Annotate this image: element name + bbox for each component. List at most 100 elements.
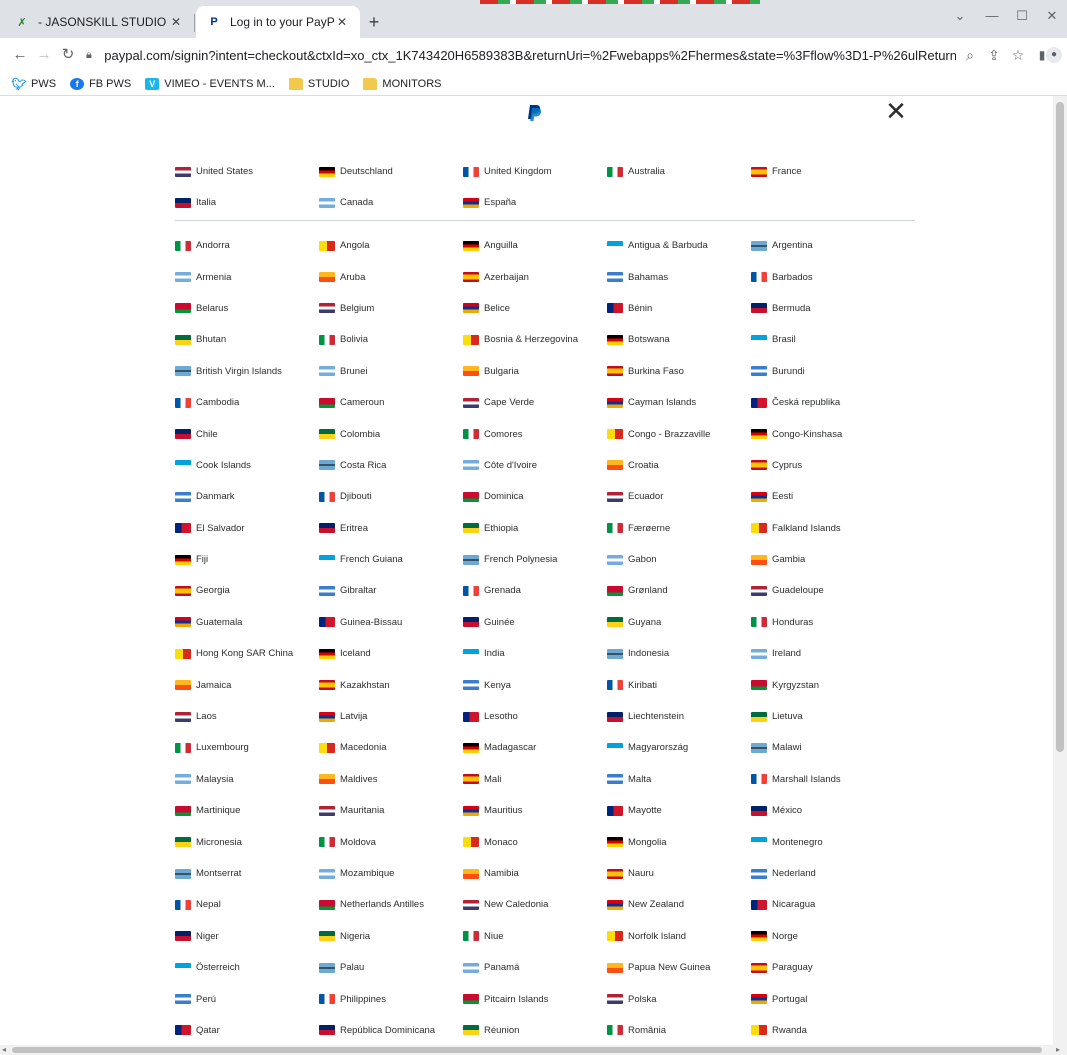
country-link[interactable]: Barbados [751,261,895,292]
country-link[interactable]: Colombia [319,418,463,449]
country-link[interactable]: Paraguay [751,952,895,983]
country-link[interactable]: Georgia [175,575,319,606]
country-link[interactable]: Mauritius [463,795,607,826]
country-link[interactable]: Belarus [175,293,319,324]
country-link[interactable]: Bermuda [751,293,895,324]
country-link[interactable]: Nepal [175,889,319,920]
country-link[interactable]: Cambodia [175,387,319,418]
country-link[interactable]: Qatar [175,1015,319,1045]
country-link[interactable]: Aruba [319,261,463,292]
scroll-right-icon[interactable]: ▸ [1056,1045,1060,1054]
country-link[interactable]: Netherlands Antilles [319,889,463,920]
country-link[interactable]: Nicaragua [751,889,895,920]
country-link[interactable]: El Salvador [175,513,319,544]
country-link[interactable]: Djibouti [319,481,463,512]
bookmark-star-icon[interactable]: ☆ [1008,46,1028,66]
country-link[interactable]: Chile [175,418,319,449]
country-link[interactable]: Belice [463,293,607,324]
country-link[interactable]: Iceland [319,638,463,669]
country-link[interactable]: India [463,638,607,669]
country-link[interactable]: France [751,156,895,187]
bookmark-pws[interactable]: 🐦︎ PWS [11,77,56,91]
country-link[interactable]: Micronesia [175,826,319,857]
country-link[interactable]: Burkina Faso [607,356,751,387]
forward-icon[interactable]: → [34,45,54,65]
country-link[interactable]: New Zealand [607,889,751,920]
country-link[interactable]: Belgium [319,293,463,324]
country-link[interactable]: Ethiopia [463,513,607,544]
country-link[interactable]: México [751,795,895,826]
country-link[interactable]: Malta [607,764,751,795]
country-link[interactable]: French Guiana [319,544,463,575]
country-link[interactable]: Côte d'Ivoire [463,450,607,481]
country-link[interactable]: România [607,1015,751,1045]
country-link[interactable]: Argentina [751,230,895,261]
country-link[interactable]: Kiribati [607,669,751,700]
country-link[interactable]: Latvija [319,701,463,732]
country-link[interactable]: Cook Islands [175,450,319,481]
country-link[interactable]: Gibraltar [319,575,463,606]
tab-close-icon[interactable]: ✕ [334,14,350,30]
scrollbar-thumb[interactable] [12,1047,1042,1053]
country-link[interactable]: Macedonia [319,732,463,763]
country-link[interactable]: New Caledonia [463,889,607,920]
tab-search-icon[interactable]: ⌄ [948,8,972,28]
country-link[interactable]: Panamá [463,952,607,983]
country-link[interactable]: Namibia [463,858,607,889]
country-link[interactable]: Lesotho [463,701,607,732]
tab-close-icon[interactable]: ✕ [168,14,184,30]
zoom-icon[interactable]: ⌕ [960,46,980,66]
country-link[interactable]: Montenegro [751,826,895,857]
country-link[interactable]: Bhutan [175,324,319,355]
country-link[interactable]: Bolivia [319,324,463,355]
country-link[interactable]: Malawi [751,732,895,763]
country-link[interactable]: Angola [319,230,463,261]
country-link[interactable]: Fiji [175,544,319,575]
country-link[interactable]: Norge [751,921,895,952]
country-link[interactable]: Congo-Kinshasa [751,418,895,449]
country-link[interactable]: Gabon [607,544,751,575]
country-link[interactable]: España [463,187,607,218]
country-link[interactable]: Montserrat [175,858,319,889]
country-link[interactable]: Indonesia [607,638,751,669]
country-link[interactable]: Bahamas [607,261,751,292]
country-link[interactable]: United States [175,156,319,187]
country-link[interactable]: Norfolk Island [607,921,751,952]
country-link[interactable]: Falkland Islands [751,513,895,544]
country-link[interactable]: Bulgaria [463,356,607,387]
address-bar[interactable]: 🔒︎ paypal.com/signin?intent=checkout&ctx… [86,42,956,68]
country-link[interactable]: Cyprus [751,450,895,481]
minimize-icon[interactable]: — [980,8,1004,28]
country-link[interactable]: Papua New Guinea [607,952,751,983]
country-link[interactable]: Nauru [607,858,751,889]
close-window-icon[interactable]: ✕ [1040,8,1064,28]
country-link[interactable]: Færøerne [607,513,751,544]
horizontal-scrollbar[interactable]: ◂ ▸ [0,1045,1067,1055]
country-link[interactable]: Madagascar [463,732,607,763]
close-icon[interactable]: ✕ [884,98,908,124]
country-link[interactable]: Cayman Islands [607,387,751,418]
country-link[interactable]: Monaco [463,826,607,857]
reload-icon[interactable]: ↻ [58,45,78,65]
country-link[interactable]: Réunion [463,1015,607,1045]
country-link[interactable]: Honduras [751,607,895,638]
country-link[interactable]: Kazakhstan [319,669,463,700]
country-link[interactable]: French Polynesia [463,544,607,575]
country-link[interactable]: Ireland [751,638,895,669]
country-link[interactable]: Magyarország [607,732,751,763]
country-link[interactable]: Kyrgyzstan [751,669,895,700]
country-link[interactable]: Croatia [607,450,751,481]
country-link[interactable]: Gambia [751,544,895,575]
country-link[interactable]: Liechtenstein [607,701,751,732]
country-link[interactable]: Mongolia [607,826,751,857]
country-link[interactable]: Nederland [751,858,895,889]
new-tab-icon[interactable]: + [364,12,384,32]
country-link[interactable]: Perú [175,983,319,1014]
scrollbar-thumb[interactable] [1056,102,1064,752]
country-link[interactable]: Deutschland [319,156,463,187]
country-link[interactable]: Grønland [607,575,751,606]
country-link[interactable]: Bosnia & Herzegovina [463,324,607,355]
country-link[interactable]: Polska [607,983,751,1014]
country-link[interactable]: United Kingdom [463,156,607,187]
country-link[interactable]: Cameroun [319,387,463,418]
